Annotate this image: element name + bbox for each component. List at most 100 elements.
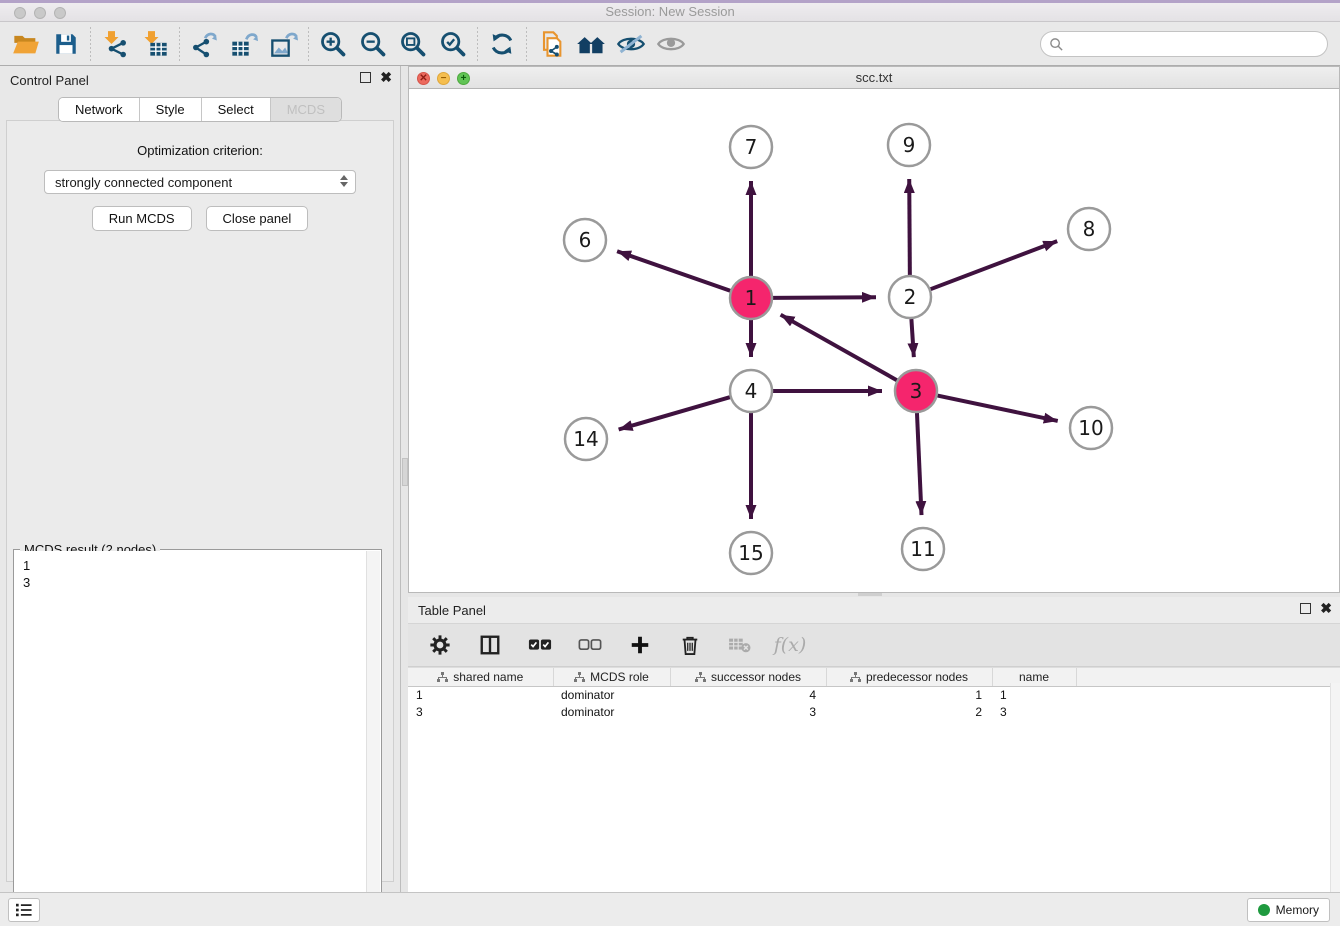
table-row: 1dominator411: [408, 687, 1340, 704]
node-label: 3: [910, 379, 923, 403]
graph-edge-4-14[interactable]: [619, 397, 730, 429]
graph-node-2[interactable]: 2: [889, 276, 931, 318]
task-history-button[interactable]: [8, 898, 40, 922]
graph-edge-3-11[interactable]: [917, 413, 922, 515]
result-item[interactable]: 1: [23, 557, 366, 574]
open-session-button[interactable]: [6, 25, 46, 63]
memory-button[interactable]: Memory: [1247, 898, 1330, 922]
graph-node-9[interactable]: 9: [888, 124, 930, 166]
splitter-grip[interactable]: [858, 593, 882, 596]
import-network-icon: [101, 30, 129, 58]
graph-node-4[interactable]: 4: [730, 370, 772, 412]
network-window-titlebar[interactable]: ✕ − + scc.txt: [409, 67, 1339, 89]
delete-column-button[interactable]: [676, 630, 704, 660]
graph-node-14[interactable]: 14: [565, 418, 607, 460]
graph-node-7[interactable]: 7: [730, 126, 772, 168]
graph-edge-2-8[interactable]: [931, 241, 1058, 289]
graph-node-10[interactable]: 10: [1070, 407, 1112, 449]
table-settings-button[interactable]: [426, 630, 454, 660]
column-header-successor-nodes[interactable]: successor nodes: [670, 668, 826, 687]
export-network-button[interactable]: [184, 25, 224, 63]
graph-edge-3-10[interactable]: [938, 396, 1058, 421]
apply-function-button[interactable]: f(x): [776, 630, 804, 660]
column-header-name[interactable]: name: [992, 668, 1076, 687]
search-input[interactable]: [1068, 34, 1327, 54]
node-label: 8: [1083, 217, 1096, 241]
column-header-mcds-role[interactable]: MCDS role: [553, 668, 670, 687]
float-table-panel-icon[interactable]: [1300, 603, 1311, 614]
table-cell[interactable]: 2: [826, 704, 992, 721]
graph-node-1[interactable]: 1: [730, 277, 772, 319]
zoom-selected-button[interactable]: [433, 25, 473, 63]
vertical-splitter[interactable]: [400, 66, 408, 892]
table-cell[interactable]: 1: [408, 687, 553, 704]
save-session-button[interactable]: [46, 25, 86, 63]
show-all-button[interactable]: [651, 25, 691, 63]
duplicate-network-button[interactable]: [531, 25, 571, 63]
table-cell[interactable]: dominator: [553, 687, 670, 704]
node-label: 10: [1078, 416, 1103, 440]
graph-edge-2-3[interactable]: [911, 319, 913, 357]
table-cell[interactable]: 4: [670, 687, 826, 704]
graph-edge-3-1[interactable]: [781, 315, 897, 381]
graph-node-3[interactable]: 3: [895, 370, 937, 412]
mcds-result-list[interactable]: 13: [15, 551, 366, 925]
graph-edge-1-6[interactable]: [617, 251, 730, 291]
show-columns-button[interactable]: [476, 630, 504, 660]
result-item[interactable]: 3: [23, 574, 366, 591]
network-view-window: ✕ − + scc.txt 7 9 6 8 1 2 4 3 14 10 15 11: [408, 66, 1340, 593]
tab-style[interactable]: Style: [140, 98, 202, 121]
graph-node-8[interactable]: 8: [1068, 208, 1110, 250]
table-cell[interactable]: 3: [992, 704, 1076, 721]
table-cell[interactable]: 1: [826, 687, 992, 704]
table-cell[interactable]: 1: [992, 687, 1076, 704]
column-header-shared-name[interactable]: shared name: [408, 668, 553, 687]
delete-table-button[interactable]: [726, 630, 754, 660]
export-table-button[interactable]: [224, 25, 264, 63]
refresh-view-button[interactable]: [482, 25, 522, 63]
graph-edge-2-9[interactable]: [909, 179, 910, 275]
float-panel-icon[interactable]: [360, 72, 371, 83]
import-table-button[interactable]: [135, 25, 175, 63]
table-cell[interactable]: 3: [670, 704, 826, 721]
zoom-out-button[interactable]: [353, 25, 393, 63]
select-all-columns-button[interactable]: [526, 630, 554, 660]
toolbar-separator: [308, 27, 309, 61]
graph-node-6[interactable]: 6: [564, 219, 606, 261]
close-panel-button[interactable]: Close panel: [206, 206, 309, 231]
close-table-panel-icon[interactable]: ✖: [1320, 603, 1332, 614]
zoom-fit-button[interactable]: [393, 25, 433, 63]
result-scrollbar[interactable]: [366, 551, 380, 925]
column-label: name: [1019, 670, 1049, 684]
table-row: 3dominator323: [408, 704, 1340, 721]
toolbar-separator: [477, 27, 478, 61]
search-field[interactable]: [1040, 31, 1328, 57]
first-neighbors-button[interactable]: [571, 25, 611, 63]
table-cell[interactable]: 3: [408, 704, 553, 721]
add-column-button[interactable]: [626, 630, 654, 660]
control-panel-tabs: NetworkStyleSelectMCDS: [0, 97, 400, 122]
tab-mcds[interactable]: MCDS: [271, 98, 341, 121]
run-mcds-button[interactable]: Run MCDS: [92, 206, 192, 231]
tab-select[interactable]: Select: [202, 98, 271, 121]
close-panel-icon[interactable]: ✖: [380, 72, 392, 83]
eye-icon: [656, 30, 686, 58]
export-image-button[interactable]: [264, 25, 304, 63]
network-canvas[interactable]: 7 9 6 8 1 2 4 3 14 10 15 11: [409, 89, 1339, 592]
graph-node-11[interactable]: 11: [902, 528, 944, 570]
node-label: 4: [745, 379, 758, 403]
columns-icon: [479, 634, 501, 656]
tab-network[interactable]: Network: [59, 98, 140, 121]
graph-edge-1-2[interactable]: [773, 297, 876, 298]
deselect-all-columns-button[interactable]: [576, 630, 604, 660]
shared-column-icon: [695, 672, 706, 683]
hide-selected-button[interactable]: [611, 25, 651, 63]
column-label: MCDS role: [590, 670, 649, 684]
import-network-button[interactable]: [95, 25, 135, 63]
column-header-predecessor-nodes[interactable]: predecessor nodes: [826, 668, 992, 687]
zoom-in-button[interactable]: [313, 25, 353, 63]
table-cell[interactable]: dominator: [553, 704, 670, 721]
table-scrollbar[interactable]: [1330, 683, 1340, 896]
criterion-select[interactable]: strongly connected component: [44, 170, 356, 194]
graph-node-15[interactable]: 15: [730, 532, 772, 574]
